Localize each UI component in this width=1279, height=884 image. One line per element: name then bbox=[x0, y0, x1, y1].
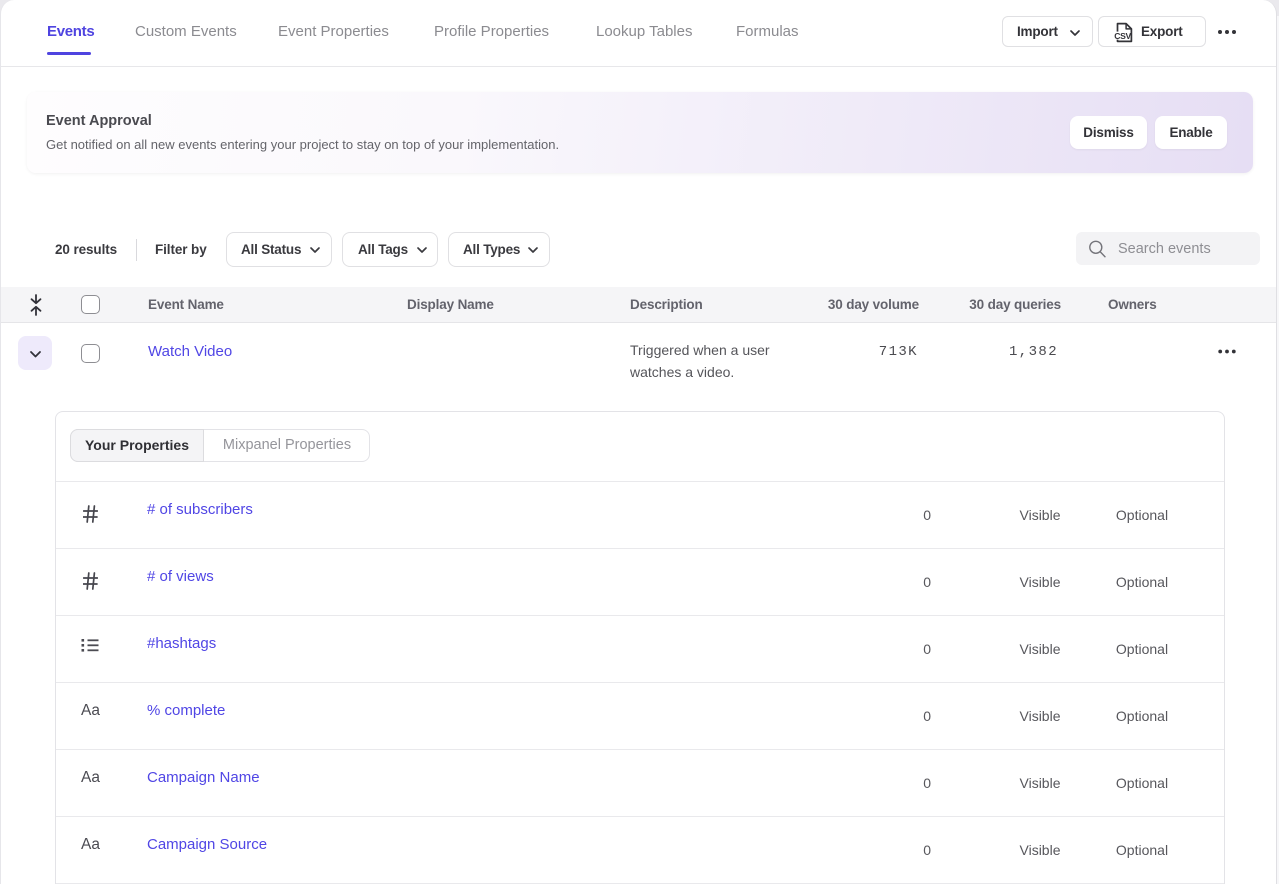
svg-text:CSV: CSV bbox=[1114, 31, 1131, 41]
